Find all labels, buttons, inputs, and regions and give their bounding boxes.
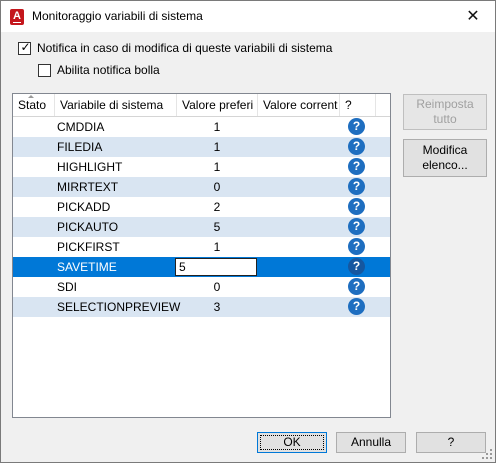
- preferred-value[interactable]: 0: [177, 177, 257, 197]
- variable-name: MIRRTEXT: [57, 180, 119, 194]
- autocad-app-icon: A: [10, 9, 24, 25]
- preferred-value[interactable]: 2: [177, 197, 257, 217]
- help-icon[interactable]: ?: [348, 118, 365, 135]
- preferred-value[interactable]: 3: [177, 297, 257, 317]
- balloon-notify-label: Abilita notifica bolla: [57, 63, 160, 77]
- variable-name: PICKFIRST: [57, 240, 120, 254]
- variable-name: PICKAUTO: [57, 220, 119, 234]
- ok-button[interactable]: OK: [257, 432, 327, 453]
- table-row-selected[interactable]: SAVETIME 5 ?: [13, 257, 390, 277]
- table-row[interactable]: PICKFIRST 1 ?: [13, 237, 390, 257]
- variable-name: HIGHLIGHT: [57, 160, 123, 174]
- help-button[interactable]: ?: [416, 432, 486, 453]
- variable-name: SDI: [57, 280, 78, 294]
- cancel-button[interactable]: Annulla: [336, 432, 406, 453]
- column-header-preferred[interactable]: Valore preferi: [177, 94, 258, 116]
- notify-checkbox[interactable]: ✓: [18, 40, 31, 55]
- help-icon[interactable]: ?: [348, 158, 365, 175]
- preferred-value[interactable]: 1: [177, 117, 257, 137]
- column-header-help[interactable]: ?: [340, 94, 376, 116]
- help-icon[interactable]: ?: [348, 138, 365, 155]
- help-icon[interactable]: ?: [348, 278, 365, 295]
- help-icon[interactable]: ?: [348, 198, 365, 215]
- column-header-state[interactable]: Stato: [13, 94, 55, 116]
- table-row[interactable]: MIRRTEXT 0 ?: [13, 177, 390, 197]
- table-row[interactable]: FILEDIA 1 ?: [13, 137, 390, 157]
- table-row[interactable]: SELECTIONPREVIEW 3 ?: [13, 297, 390, 317]
- preferred-value[interactable]: 0: [177, 277, 257, 297]
- help-icon[interactable]: ?: [348, 258, 365, 275]
- column-header-current[interactable]: Valore corrent: [258, 94, 340, 116]
- preferred-value[interactable]: 1: [177, 237, 257, 257]
- column-header-variable[interactable]: Variabile di sistema: [55, 94, 177, 116]
- table-row[interactable]: SDI 0 ?: [13, 277, 390, 297]
- table-header: Stato Variabile di sistema Valore prefer…: [13, 94, 390, 117]
- preferred-value[interactable]: 1: [177, 137, 257, 157]
- checkmark-icon: ✓: [20, 40, 31, 54]
- table-row[interactable]: CMDDIA 1 ?: [13, 117, 390, 137]
- reset-all-button[interactable]: Reimposta tutto: [403, 94, 487, 130]
- preferred-value[interactable]: 1: [177, 157, 257, 177]
- variable-name: PICKADD: [57, 200, 111, 214]
- notify-label: Notifica in caso di modifica di queste v…: [37, 41, 333, 55]
- title-bar: A Monitoraggio variabili di sistema ✕: [1, 1, 495, 32]
- window-title: Monitoraggio variabili di sistema: [32, 9, 203, 23]
- help-icon[interactable]: ?: [348, 218, 365, 235]
- variable-name: FILEDIA: [57, 140, 103, 154]
- table-row[interactable]: PICKAUTO 5 ?: [13, 217, 390, 237]
- variables-table: Stato Variabile di sistema Valore prefer…: [12, 93, 391, 418]
- resize-grip-icon[interactable]: [482, 449, 492, 459]
- table-row[interactable]: HIGHLIGHT 1 ?: [13, 157, 390, 177]
- variable-name: SELECTIONPREVIEW: [57, 300, 181, 314]
- variable-name: SAVETIME: [57, 260, 117, 274]
- close-button[interactable]: ✕: [451, 1, 495, 32]
- preferred-value-edit-field[interactable]: 5: [175, 258, 257, 276]
- preferred-value[interactable]: 5: [177, 217, 257, 237]
- variable-name: CMDDIA: [57, 120, 105, 134]
- dialog-window: A Monitoraggio variabili di sistema ✕ ✓ …: [0, 0, 496, 463]
- balloon-notify-checkbox[interactable]: [38, 64, 51, 77]
- help-icon[interactable]: ?: [348, 298, 365, 315]
- help-icon[interactable]: ?: [348, 178, 365, 195]
- table-row[interactable]: PICKADD 2 ?: [13, 197, 390, 217]
- close-icon: ✕: [466, 8, 480, 25]
- modify-list-button[interactable]: Modifica elenco...: [403, 139, 487, 177]
- help-icon[interactable]: ?: [348, 238, 365, 255]
- sort-arrow-icon: [28, 95, 34, 98]
